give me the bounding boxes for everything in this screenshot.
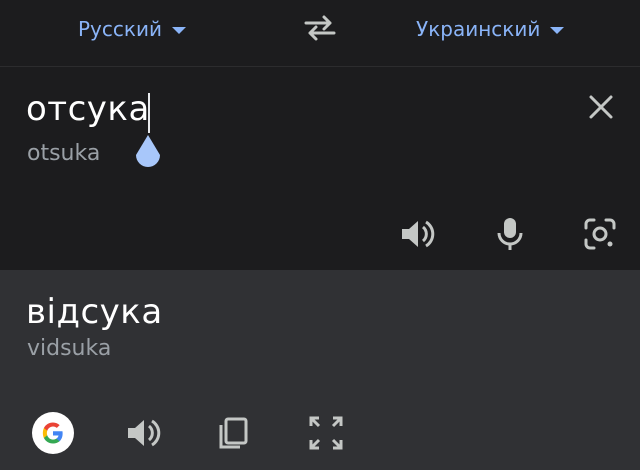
- microphone-icon[interactable]: [490, 214, 530, 254]
- translation-output-area: відсука vidsuka: [0, 270, 640, 470]
- source-language-selector[interactable]: Русский: [78, 14, 186, 44]
- text-cursor: [148, 93, 150, 133]
- camera-icon[interactable]: [580, 214, 620, 254]
- cursor-handle-icon[interactable]: [132, 133, 164, 173]
- source-input-area[interactable]: отсука otsuka: [0, 67, 640, 270]
- speaker-icon[interactable]: [398, 214, 438, 254]
- target-language-label: Украинский: [416, 17, 541, 41]
- swap-languages-icon[interactable]: [302, 12, 338, 44]
- clear-text-icon[interactable]: [585, 91, 617, 123]
- chevron-down-icon: [171, 26, 186, 34]
- chevron-down-icon: [550, 26, 565, 34]
- fullscreen-icon[interactable]: [306, 413, 346, 453]
- language-bar: Русский Украинский: [0, 0, 640, 67]
- target-language-selector[interactable]: Украинский: [416, 14, 565, 44]
- source-transliteration: otsuka: [27, 141, 101, 166]
- source-text-input[interactable]: отсука: [26, 89, 150, 129]
- google-search-button[interactable]: [32, 412, 74, 454]
- copy-icon[interactable]: [214, 413, 254, 453]
- speaker-icon[interactable]: [124, 413, 164, 453]
- target-transliteration: vidsuka: [27, 336, 112, 361]
- translated-text: відсука: [26, 292, 163, 332]
- source-language-label: Русский: [78, 17, 162, 41]
- google-logo-icon: [42, 422, 63, 444]
